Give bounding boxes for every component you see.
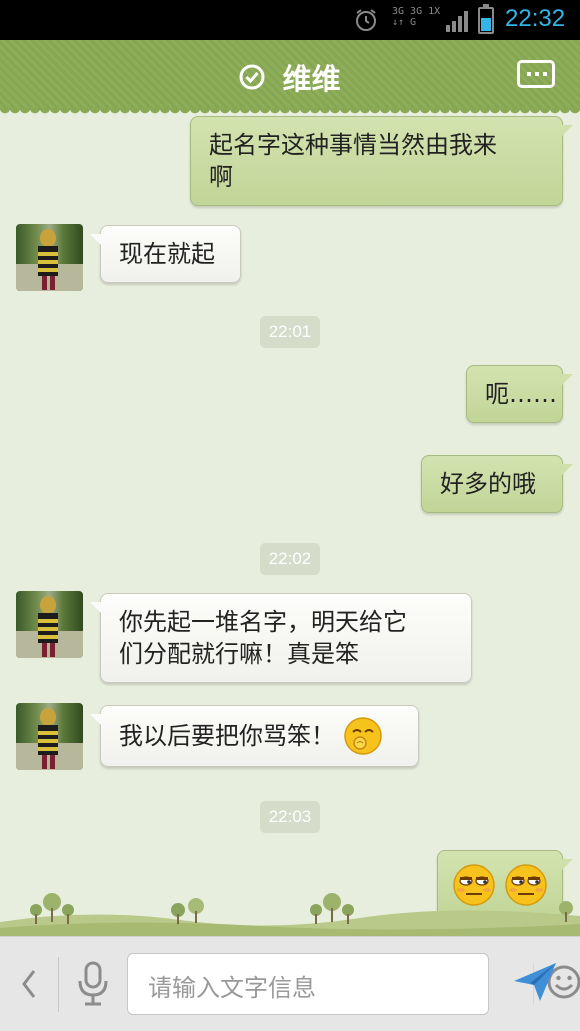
- header-center: 维维: [0, 56, 580, 98]
- avatar[interactable]: [16, 591, 83, 658]
- chat-area[interactable]: 起名字这种事情当然由我来 啊 现在就起 22:01 呃…… 好多的哦 22:02: [0, 108, 580, 936]
- battery-level: [481, 18, 491, 31]
- microphone-icon[interactable]: [76, 961, 110, 1007]
- message-bubble[interactable]: 呃……: [466, 365, 573, 423]
- avatar-image: [16, 596, 83, 658]
- network-label-bottom: ↓↑ G: [392, 17, 417, 28]
- battery-icon: [478, 4, 494, 34]
- message-timestamp: 22:02: [260, 543, 320, 575]
- message-input[interactable]: 请输入文字信息: [127, 953, 580, 1015]
- chevron-left-icon[interactable]: [18, 967, 40, 1001]
- alarm-clock-icon: [356, 9, 376, 31]
- more-options-button[interactable]: [517, 60, 555, 88]
- toolbar-divider: [58, 957, 59, 1012]
- message-text-line: 起名字这种事情当然由我来: [209, 131, 497, 159]
- landscape-decoration: [0, 893, 580, 936]
- check-circle-icon: [239, 64, 265, 90]
- chat-header: 维维: [0, 40, 580, 114]
- message-text: 好多的哦: [440, 470, 536, 498]
- message-input-placeholder: 请输入文字信息: [148, 974, 316, 1002]
- message-bubble[interactable]: 你先起一堆名字，明天给它 们分配就行嘛！真是笨: [90, 593, 472, 683]
- more-dot: [535, 72, 539, 76]
- message-timestamp: 22:01: [260, 316, 320, 348]
- message-text-line: 啊: [209, 163, 233, 191]
- send-icon[interactable]: [512, 961, 558, 1003]
- status-bar: 3G 3G 1X ↓↑ G 22:32: [0, 0, 580, 40]
- avatar[interactable]: [16, 224, 83, 291]
- status-time: 22:32: [505, 5, 566, 32]
- message-text-line: 你先起一堆名字，明天给它: [119, 608, 407, 636]
- message-text: 现在就起: [119, 240, 215, 268]
- network-indicator: 3G 3G 1X ↓↑ G: [392, 6, 440, 28]
- message-bubble[interactable]: 起名字这种事情当然由我来 啊: [190, 116, 573, 206]
- more-dot: [543, 72, 547, 76]
- network-label-top: 3G 3G 1X: [392, 6, 441, 17]
- message-bubble[interactable]: 现在就起: [90, 225, 241, 283]
- input-bar: 请输入文字信息: [0, 936, 580, 1031]
- message-text-line: 们分配就行嘛！真是笨: [119, 640, 359, 668]
- message-bubble[interactable]: 我以后要把你骂笨！: [90, 705, 419, 767]
- avatar-image: [16, 708, 83, 770]
- message-bubble[interactable]: 好多的哦: [421, 455, 573, 513]
- more-dots-icon: [527, 72, 531, 76]
- avatar[interactable]: [16, 703, 83, 770]
- message-timestamp: 22:03: [260, 801, 320, 833]
- message-text: 我以后要把你骂笨！: [119, 722, 335, 750]
- avatar-image: [16, 229, 83, 291]
- signal-strength-icon: [446, 11, 468, 32]
- giggle-emoji-icon: [343, 717, 382, 755]
- contact-name: 维维: [282, 62, 341, 96]
- message-text: 呃……: [485, 380, 557, 408]
